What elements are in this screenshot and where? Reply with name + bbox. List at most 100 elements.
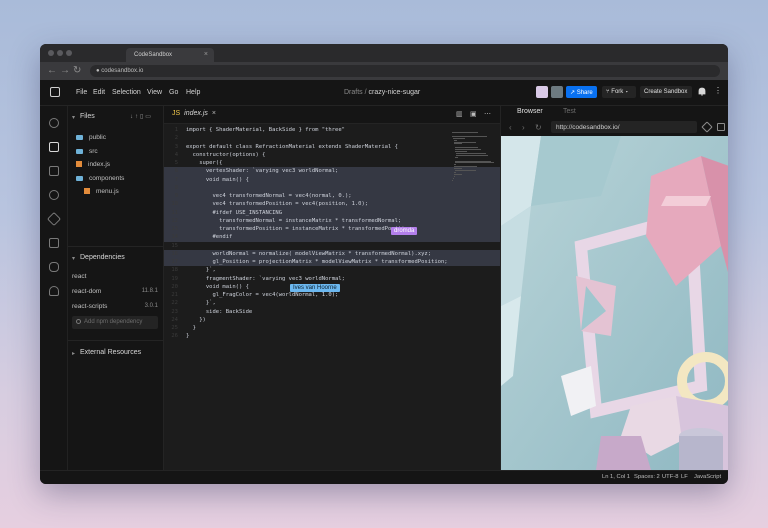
file-tree-item[interactable]: components [76,175,124,182]
code-line[interactable]: 24 }) [164,316,500,324]
minimap-line [453,139,458,141]
browser-pane-tab[interactable]: Browser [517,108,543,115]
server-icon[interactable] [49,238,59,248]
test-pane-tab[interactable]: Test [563,108,576,115]
encoding-setting[interactable]: UTF-8 [662,474,678,480]
menu-help[interactable]: Help [186,89,200,96]
git-icon[interactable] [49,166,59,176]
forward-arrow-icon[interactable]: → [60,65,70,76]
bell-icon[interactable] [698,87,706,96]
file-tree-label: menu.js [96,188,119,195]
code-line[interactable]: 18 }`, [164,266,500,274]
external-resources-section-title[interactable]: External Resources [80,349,141,356]
code-line[interactable]: 1 import { ShaderMaterial, BackSide } fro… [164,126,500,134]
code-content[interactable]: 1 import { ShaderMaterial, BackSide } fro… [164,126,500,341]
files-icon[interactable] [49,142,59,152]
menu-edit[interactable]: Edit [93,89,105,96]
activity-bar [40,106,68,470]
file-tree-item[interactable]: public [76,134,106,141]
preview-back-icon[interactable]: ‹ [509,123,512,132]
menu-selection[interactable]: Selection [112,89,141,96]
dependency-item[interactable]: react-dom 11.8.1 [72,288,158,295]
close-tab-icon[interactable]: × [204,51,208,58]
line-ending-setting[interactable]: LF [681,474,688,480]
indentation-setting[interactable]: Spaces: 2 [634,474,660,480]
file-toolbar-icons[interactable]: ↓↑▯▭ [130,113,153,120]
file-tree-item[interactable]: src [76,148,98,155]
settings-gear-icon[interactable] [49,190,59,200]
code-line[interactable]: 21 gl_FragColor = vec4(worldNormal, 1.0)… [164,291,500,299]
code-line[interactable]: 11 #ifdef USE_INSTANCING [164,208,500,217]
code-line[interactable]: 14 #endif [164,233,500,242]
code-line[interactable]: 13 transformedPosition = instanceMatrix … [164,225,500,234]
line-number: 8 [174,184,178,191]
browser-address-bar[interactable]: ● codesandbox.io [90,65,720,77]
avatar[interactable] [536,86,548,98]
deploy-rocket-icon[interactable] [46,211,62,227]
code-line[interactable]: 5 super({ [164,159,500,167]
menu-view[interactable]: View [147,89,162,96]
code-line[interactable]: 7 void main() { [164,175,500,184]
code-line[interactable]: 15 [164,242,500,250]
code-line[interactable]: 26} [164,332,500,340]
codesandbox-logo-icon[interactable] [50,87,60,97]
code-line[interactable]: 2 [164,134,500,142]
info-icon[interactable] [49,118,59,128]
preview-render[interactable] [501,136,728,470]
create-sandbox-button[interactable]: Create Sandbox [640,86,692,98]
minimize-window-dot[interactable] [57,50,63,56]
dependency-name: react [72,273,87,280]
maximize-window-dot[interactable] [66,50,72,56]
chevron-right-icon[interactable]: ▸ [72,350,75,357]
reload-icon[interactable]: ↻ [73,65,81,76]
preview-url-field[interactable]: http://codesandbox.io/ [551,121,697,133]
dependencies-section-title[interactable]: Dependencies [80,254,125,261]
code-line[interactable]: 25 } [164,324,500,332]
dependency-item[interactable]: react [72,273,158,280]
chevron-down-icon[interactable]: ▾ [72,114,75,121]
add-dependency-input[interactable]: Add npm dependency [72,316,158,329]
preview-forward-icon[interactable]: › [522,123,525,132]
code-line[interactable]: 4 constructor(options) { [164,151,500,159]
preview-reload-icon[interactable]: ↻ [535,123,542,132]
avatar[interactable] [551,86,563,98]
code-line[interactable]: 23 side: BackSide [164,308,500,316]
share-button[interactable]: ↗ Share [566,86,597,98]
file-tree-item[interactable]: menu.js [84,188,119,195]
dependency-item[interactable]: react-scripts 3.0.1 [72,303,158,310]
code-line[interactable]: 8 [164,183,500,192]
cursor-position[interactable]: Ln 1, Col 1 [602,474,630,480]
new-window-icon[interactable] [717,123,725,131]
preview-layout-icon[interactable]: ▣ [470,110,477,118]
file-tree-item[interactable]: index.js [76,161,110,168]
code-line[interactable]: 16 worldNormal = normalize( modelViewMat… [164,249,500,258]
live-users-icon[interactable] [49,286,59,296]
more-options-icon[interactable]: ⋮ [714,86,722,95]
language-mode[interactable]: JavaScript [694,474,721,480]
chevron-down-icon[interactable]: ▾ [72,255,75,262]
menu-file[interactable]: File [76,89,87,96]
menu-go[interactable]: Go [169,89,178,96]
split-view-icon[interactable]: ▥ [456,110,463,118]
code-line[interactable]: 19 fragmentShader: `varying vec3 worldNo… [164,275,500,283]
more-options-icon[interactable]: ⋯ [484,110,491,118]
sandbox-name[interactable]: crazy-nice-sugar [369,89,421,96]
code-line[interactable]: 17 gl_Position = projectionMatrix * mode… [164,258,500,267]
code-line[interactable]: 10 vec4 transformedPosition = vec4(posit… [164,200,500,209]
fork-button[interactable]: ⑂ Fork ▾ [602,86,636,98]
back-arrow-icon[interactable]: ← [47,65,57,76]
browser-tab[interactable]: CodeSandbox × [126,48,214,62]
code-line[interactable]: 6 vertexShader: `varying vec3 worldNorma… [164,167,500,176]
close-window-dot[interactable] [48,50,54,56]
files-section-title[interactable]: Files [80,113,95,120]
editor-tab[interactable]: JS index.js × [172,110,216,117]
close-icon[interactable]: × [212,110,216,117]
code-minimap[interactable] [452,132,496,182]
chat-icon[interactable] [49,262,59,272]
breadcrumb-folder[interactable]: Drafts [344,89,363,96]
code-line[interactable]: 3 export default class RefractionMaterial… [164,143,500,151]
code-line[interactable]: 12 transformedNormal = instanceMatrix * … [164,216,500,225]
open-external-icon[interactable] [701,121,713,133]
code-line[interactable]: 9 vec4 transformedNormal = vec4(normal, … [164,192,500,201]
code-line[interactable]: 22 }`, [164,299,500,307]
